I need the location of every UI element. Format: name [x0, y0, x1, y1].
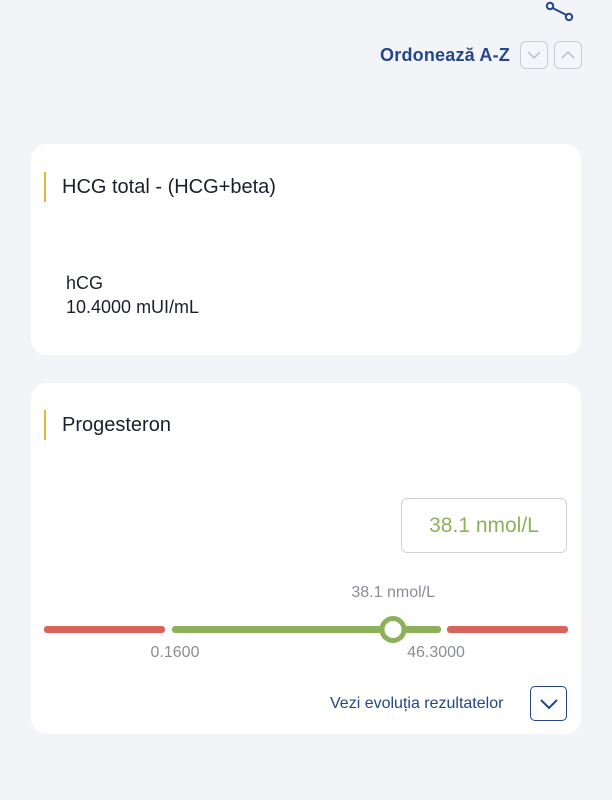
share-button[interactable] [543, 0, 577, 26]
result-title: HCG total - (HCG+beta) [44, 172, 276, 202]
parameter-name: hCG [66, 273, 104, 293]
sort-label[interactable]: Ordonează A-Z [380, 45, 510, 66]
result-card-hcg: HCG total - (HCG+beta) hCG 10.4000 mUI/m… [31, 144, 581, 355]
view-evolution-link[interactable]: Vezi evoluția rezultatelor [330, 695, 503, 713]
expand-evolution-button[interactable] [530, 686, 567, 721]
range-min-label: 0.1600 [150, 644, 200, 661]
range-below-segment [44, 626, 165, 633]
sort-controls: Ordonează A-Z [380, 40, 582, 70]
parameter-value: 10.4000 mUI/mL [66, 297, 200, 317]
result-marker[interactable] [379, 616, 407, 643]
result-title: Progesteron [44, 410, 171, 440]
chevron-up-icon [561, 50, 575, 59]
range-above-segment [447, 626, 568, 633]
marker-value-label: 38.1 nmol/L [351, 584, 435, 601]
range-max-label: 46.3000 [407, 644, 465, 661]
chevron-down-icon [527, 51, 541, 60]
sort-descending-button[interactable] [520, 41, 548, 69]
reference-range-bar [44, 616, 568, 643]
result-value-box: 38.1 nmol/L [401, 498, 567, 553]
result-card-progesteron: Progesteron 38.1 nmol/L 38.1 nmol/L 0.16… [31, 383, 581, 734]
chevron-down-icon [539, 698, 558, 709]
sort-ascending-button[interactable] [554, 41, 582, 69]
share-icon [545, 1, 574, 22]
